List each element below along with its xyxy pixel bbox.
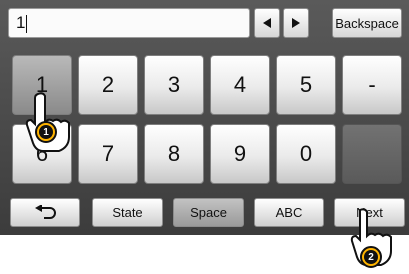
key-3[interactable]: 3	[144, 55, 204, 115]
key-2[interactable]: 2	[78, 55, 138, 115]
backspace-button[interactable]: Backspace	[332, 8, 402, 38]
text-input[interactable]: 1	[8, 8, 250, 38]
key-dash[interactable]: -	[342, 55, 402, 115]
abc-label: ABC	[275, 205, 303, 220]
key-label: -	[368, 72, 376, 97]
space-button[interactable]: Space	[173, 198, 244, 227]
key-5[interactable]: 5	[276, 55, 336, 115]
text-input-value: 1	[16, 13, 26, 32]
key-9[interactable]: 9	[210, 124, 270, 184]
callout-1: 1	[35, 121, 57, 143]
return-icon	[35, 204, 56, 219]
key-8[interactable]: 8	[144, 124, 204, 184]
cursor-left-button[interactable]	[254, 8, 280, 38]
key-label: 5	[299, 72, 313, 97]
state-button[interactable]: State	[92, 198, 163, 227]
right-arrow-icon	[292, 18, 300, 28]
key-label: 8	[167, 141, 181, 166]
key-label: 7	[101, 141, 115, 166]
key-blank	[342, 124, 402, 184]
back-button[interactable]	[10, 198, 80, 227]
key-label: 2	[101, 72, 115, 97]
left-arrow-icon	[263, 18, 271, 28]
key-label: 0	[299, 141, 313, 166]
state-label: State	[112, 205, 143, 220]
key-0[interactable]: 0	[276, 124, 336, 184]
key-label: 9	[233, 141, 247, 166]
backspace-label: Backspace	[335, 15, 399, 31]
callout-number: 2	[364, 250, 378, 264]
key-4[interactable]: 4	[210, 55, 270, 115]
key-label: 3	[167, 72, 181, 97]
callout-2: 2	[360, 246, 382, 268]
callout-number: 1	[39, 125, 53, 139]
abc-button[interactable]: ABC	[254, 198, 324, 227]
text-caret	[26, 14, 28, 33]
key-7[interactable]: 7	[78, 124, 138, 184]
space-label: Space	[190, 205, 227, 220]
key-label: 4	[233, 72, 247, 97]
cursor-right-button[interactable]	[283, 8, 309, 38]
